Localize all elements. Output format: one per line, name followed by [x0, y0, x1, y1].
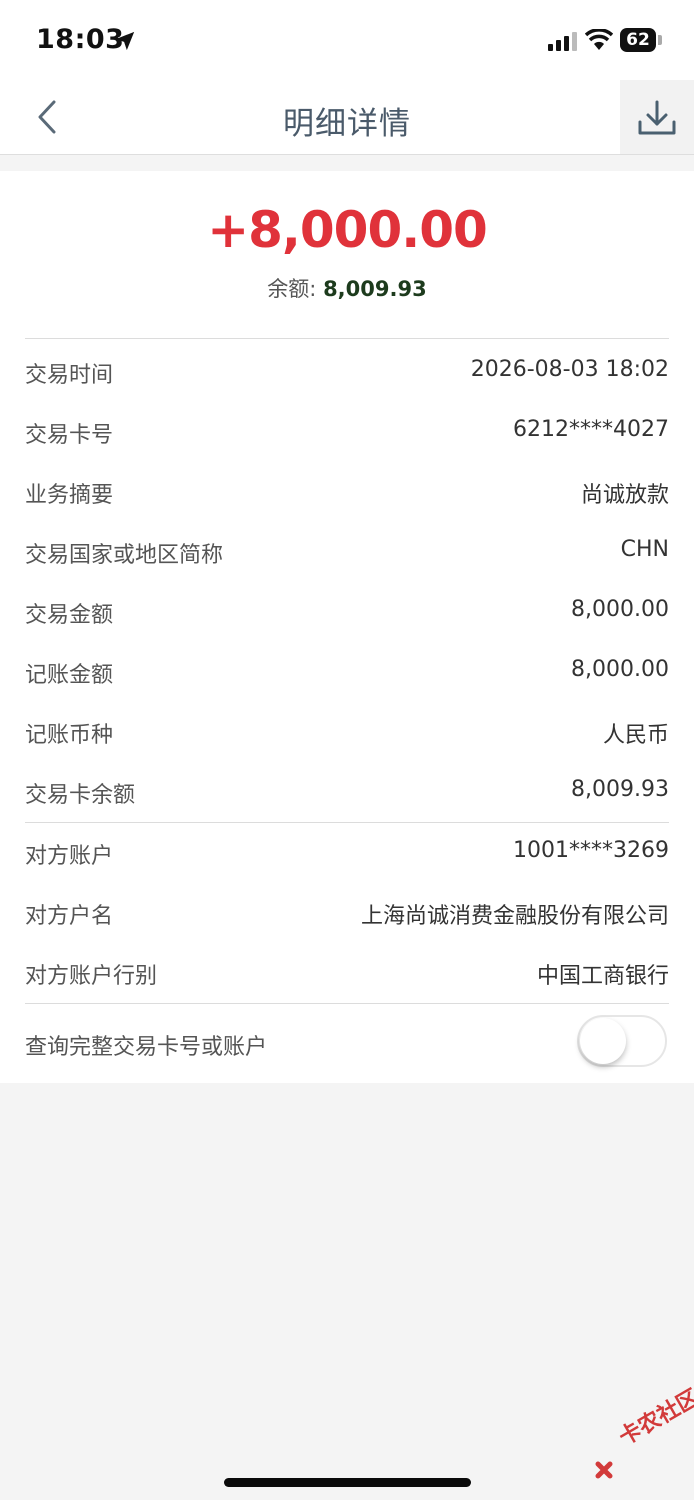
detail-row-counterparty-bank: 对方账户行别 中国工商银行 [25, 942, 669, 1002]
battery-cap [658, 35, 662, 45]
divider [25, 1003, 669, 1004]
detail-row-transaction-amount: 交易金额 8,000.00 [25, 581, 669, 641]
cellular-signal-icon [548, 32, 577, 51]
detail-row-counterparty-account: 对方账户 1001****3269 [25, 822, 669, 882]
detail-label: 交易金额 [25, 603, 114, 628]
detail-label: 交易时间 [25, 363, 114, 388]
detail-value: 8,000.00 [571, 657, 669, 682]
nav-bar: 明细详情 [0, 80, 694, 155]
toggle-knob[interactable] [580, 1018, 626, 1064]
detail-value: CHN [620, 537, 669, 562]
detail-row-counterparty-name: 对方户名 上海尚诚消费金融股份有限公司 [25, 882, 669, 942]
detail-value: 2026-08-03 18:02 [470, 357, 669, 382]
detail-value: 中国工商银行 [536, 964, 669, 989]
detail-label: 对方账户行别 [25, 964, 158, 989]
detail-label: 交易卡号 [25, 423, 114, 448]
detail-row-posted-amount: 记账金额 8,000.00 [25, 641, 669, 701]
detail-value: 尚诚放款 [580, 483, 669, 508]
detail-value: 8,009.93 [571, 777, 669, 802]
detail-row-card-balance: 交易卡余额 8,009.93 [25, 761, 669, 821]
full-number-toggle[interactable] [577, 1015, 667, 1067]
detail-value: 6212****4027 [513, 417, 669, 442]
detail-value: 人民币 [602, 723, 669, 748]
detail-label: 对方账户 [25, 844, 114, 869]
detail-row-card-number: 交易卡号 6212****4027 [25, 401, 669, 461]
detail-label: 交易国家或地区简称 [25, 543, 224, 568]
detail-row-summary: 业务摘要 尚诚放款 [25, 461, 669, 521]
wifi-icon [585, 29, 613, 50]
detail-value: 上海尚诚消费金融股份有限公司 [360, 904, 669, 929]
download-button[interactable] [620, 80, 694, 154]
detail-value: 8,000.00 [571, 597, 669, 622]
full-number-toggle-row: 查询完整交易卡号或账户 [25, 1013, 669, 1073]
transaction-detail-card: +8,000.00 余额: 8,009.93 交易时间 2026-08-03 1… [0, 171, 694, 1083]
detail-label: 记账金额 [25, 663, 114, 688]
home-indicator [224, 1478, 471, 1487]
status-time: 18:03 [36, 24, 125, 55]
detail-label: 业务摘要 [25, 483, 114, 508]
toggle-label: 查询完整交易卡号或账户 [25, 1035, 268, 1060]
battery-icon: 62 [620, 28, 656, 52]
detail-row-currency: 记账币种 人民币 [25, 701, 669, 761]
location-arrow-icon [115, 31, 135, 51]
page-title: 明细详情 [283, 106, 411, 142]
detail-row-transaction-time: 交易时间 2026-08-03 18:02 [25, 341, 669, 401]
detail-label: 交易卡余额 [25, 783, 136, 808]
detail-value: 1001****3269 [513, 838, 669, 863]
download-icon [638, 100, 676, 135]
status-bar: 18:03 62 [0, 0, 694, 80]
detail-row-country: 交易国家或地区简称 CHN [25, 521, 669, 581]
detail-label: 记账币种 [25, 723, 114, 748]
divider [25, 338, 669, 339]
balance-value: 8,009.93 [323, 277, 427, 301]
balance-line: 余额: 8,009.93 [0, 273, 694, 303]
detail-label: 对方户名 [25, 904, 114, 929]
balance-label: 余额: [267, 277, 317, 301]
transaction-amount: +8,000.00 [207, 201, 488, 259]
